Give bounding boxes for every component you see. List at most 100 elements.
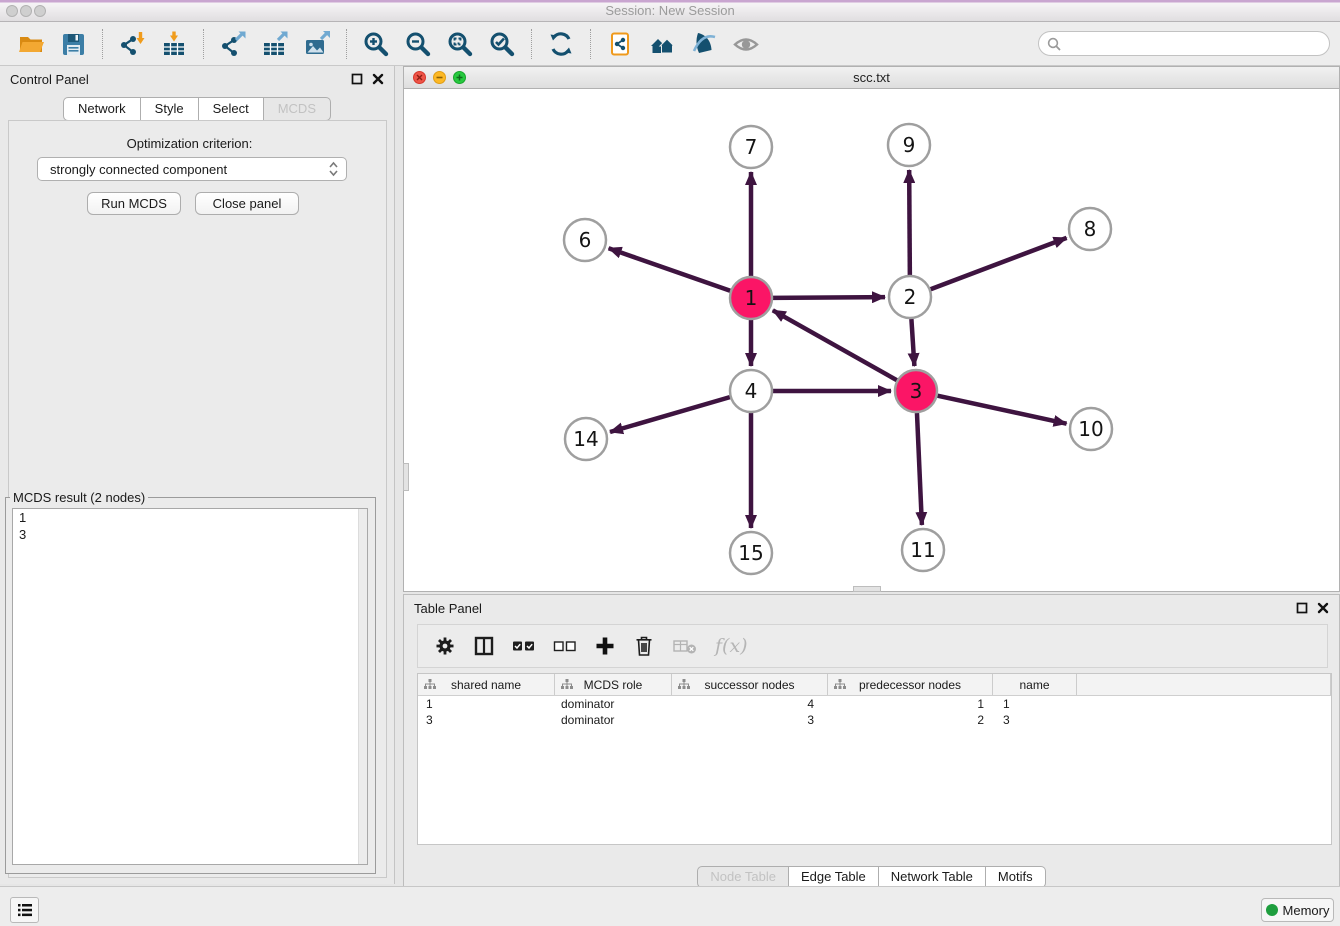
graph-node-8[interactable]: 8 xyxy=(1069,208,1111,250)
graph-edge-1-6[interactable] xyxy=(609,248,731,290)
toggle-graphics-details-icon[interactable] xyxy=(689,29,719,59)
svg-text:6: 6 xyxy=(579,228,592,252)
graph-node-14[interactable]: 14 xyxy=(565,418,607,460)
graph-edge-2-9[interactable] xyxy=(909,170,910,275)
window-close-button[interactable] xyxy=(6,5,18,17)
column-type-icon xyxy=(834,679,846,690)
select-all-icon[interactable] xyxy=(512,635,536,657)
graph-node-4[interactable]: 4 xyxy=(730,370,772,412)
table-row[interactable]: 1 dominator 4 1 1 xyxy=(418,696,1331,712)
export-network-icon[interactable] xyxy=(218,29,248,59)
graph-node-1[interactable]: 1 xyxy=(730,277,772,319)
graph-node-6[interactable]: 6 xyxy=(564,219,606,261)
column-header-predecessor-nodes[interactable]: predecessor nodes xyxy=(828,674,993,695)
control-panel-title: Control Panel xyxy=(10,72,89,87)
memory-status-icon xyxy=(1266,904,1278,916)
graph-edge-3-10[interactable] xyxy=(937,396,1066,424)
import-network-icon[interactable] xyxy=(117,29,147,59)
deselect-all-icon[interactable] xyxy=(553,635,577,657)
run-mcds-button[interactable]: Run MCDS xyxy=(87,192,181,215)
network-maximize-icon[interactable] xyxy=(453,71,466,84)
graph-edge-2-8[interactable] xyxy=(931,238,1067,289)
column-header-shared-name[interactable]: shared name xyxy=(418,674,555,695)
svg-text:2: 2 xyxy=(904,285,917,309)
svg-text:7: 7 xyxy=(745,135,758,159)
save-session-icon[interactable] xyxy=(58,29,88,59)
search-input[interactable] xyxy=(1066,36,1321,51)
window-minimize-button[interactable] xyxy=(20,5,32,17)
tab-select[interactable]: Select xyxy=(199,97,264,121)
close-panel-icon[interactable] xyxy=(372,73,384,85)
clone-network-icon[interactable] xyxy=(605,29,635,59)
close-panel-button[interactable]: Close panel xyxy=(195,192,299,215)
column-header-successor-nodes[interactable]: successor nodes xyxy=(672,674,828,695)
graph-edge-4-14[interactable] xyxy=(610,397,730,432)
mcds-result-item[interactable]: 3 xyxy=(13,526,367,543)
select-stepper-icon xyxy=(327,161,340,177)
show-columns-icon[interactable] xyxy=(473,635,495,657)
close-panel-icon[interactable] xyxy=(1317,602,1329,614)
splitter-grip-vertical[interactable] xyxy=(403,463,409,491)
network-window-titlebar[interactable]: scc.txt xyxy=(404,67,1339,89)
svg-text:9: 9 xyxy=(903,133,916,157)
table-row[interactable]: 3 dominator 3 2 3 xyxy=(418,712,1331,728)
list-icon xyxy=(16,902,34,918)
network-close-icon[interactable] xyxy=(413,71,426,84)
tab-style[interactable]: Style xyxy=(141,97,199,121)
graph-node-9[interactable]: 9 xyxy=(888,124,930,166)
optimization-criterion-label: Optimization criterion: xyxy=(0,136,379,151)
export-table-icon[interactable] xyxy=(260,29,290,59)
graph-node-11[interactable]: 11 xyxy=(902,529,944,571)
graph-edge-3-11[interactable] xyxy=(917,413,922,525)
graph-node-7[interactable]: 7 xyxy=(730,126,772,168)
window-zoom-button[interactable] xyxy=(34,5,46,17)
graph-node-15[interactable]: 15 xyxy=(730,532,772,574)
network-graph[interactable]: 1 2 3 4 6 7 8 9 10 11 14 15 xyxy=(404,89,1339,591)
mcds-result-list[interactable]: 1 3 xyxy=(12,508,368,865)
tab-edge-table[interactable]: Edge Table xyxy=(789,866,879,888)
task-history-button[interactable] xyxy=(10,897,39,923)
svg-text:10: 10 xyxy=(1078,417,1103,441)
network-minimize-icon[interactable] xyxy=(433,71,446,84)
splitter-grip-horizontal[interactable] xyxy=(853,586,881,592)
graph-edge-1-2[interactable] xyxy=(773,297,885,298)
zoom-fit-icon[interactable] xyxy=(445,29,475,59)
delete-column-icon[interactable] xyxy=(633,635,655,657)
zoom-in-icon[interactable] xyxy=(361,29,391,59)
zoom-selected-icon[interactable] xyxy=(487,29,517,59)
graph-edge-2-3[interactable] xyxy=(911,319,914,366)
apply-layout-icon[interactable] xyxy=(546,29,576,59)
tab-mcds[interactable]: MCDS xyxy=(264,97,331,121)
tab-network[interactable]: Network xyxy=(63,97,141,121)
float-panel-icon[interactable] xyxy=(351,73,363,85)
toolbar-separator xyxy=(346,29,347,59)
export-image-icon[interactable] xyxy=(302,29,332,59)
zoom-out-icon[interactable] xyxy=(403,29,433,59)
memory-button[interactable]: Memory xyxy=(1261,898,1334,922)
graph-edge-3-1[interactable] xyxy=(773,310,897,380)
optimization-select[interactable]: strongly connected component xyxy=(37,157,347,181)
tab-motifs[interactable]: Motifs xyxy=(986,866,1046,888)
graph-node-3[interactable]: 3 xyxy=(895,370,937,412)
show-hide-icon[interactable] xyxy=(731,29,761,59)
search-box[interactable] xyxy=(1038,31,1330,56)
import-table-icon[interactable] xyxy=(159,29,189,59)
graph-node-10[interactable]: 10 xyxy=(1070,408,1112,450)
result-scrollbar[interactable] xyxy=(358,509,367,864)
tab-network-table[interactable]: Network Table xyxy=(879,866,986,888)
svg-text:8: 8 xyxy=(1084,217,1097,241)
toolbar-separator xyxy=(590,29,591,59)
graph-node-2[interactable]: 2 xyxy=(889,276,931,318)
column-type-icon xyxy=(424,679,436,690)
svg-text:3: 3 xyxy=(910,379,923,403)
column-header-name[interactable]: name xyxy=(993,674,1077,695)
home-networks-icon[interactable] xyxy=(647,29,677,59)
float-panel-icon[interactable] xyxy=(1296,602,1308,614)
create-column-icon[interactable] xyxy=(594,635,616,657)
tab-node-table[interactable]: Node Table xyxy=(697,866,789,888)
column-settings-gear-icon[interactable] xyxy=(434,635,456,657)
column-header-mcds-role[interactable]: MCDS role xyxy=(555,674,672,695)
mcds-result-item[interactable]: 1 xyxy=(13,509,367,526)
open-session-icon[interactable] xyxy=(16,29,46,59)
window-title: Session: New Session xyxy=(0,0,1340,21)
